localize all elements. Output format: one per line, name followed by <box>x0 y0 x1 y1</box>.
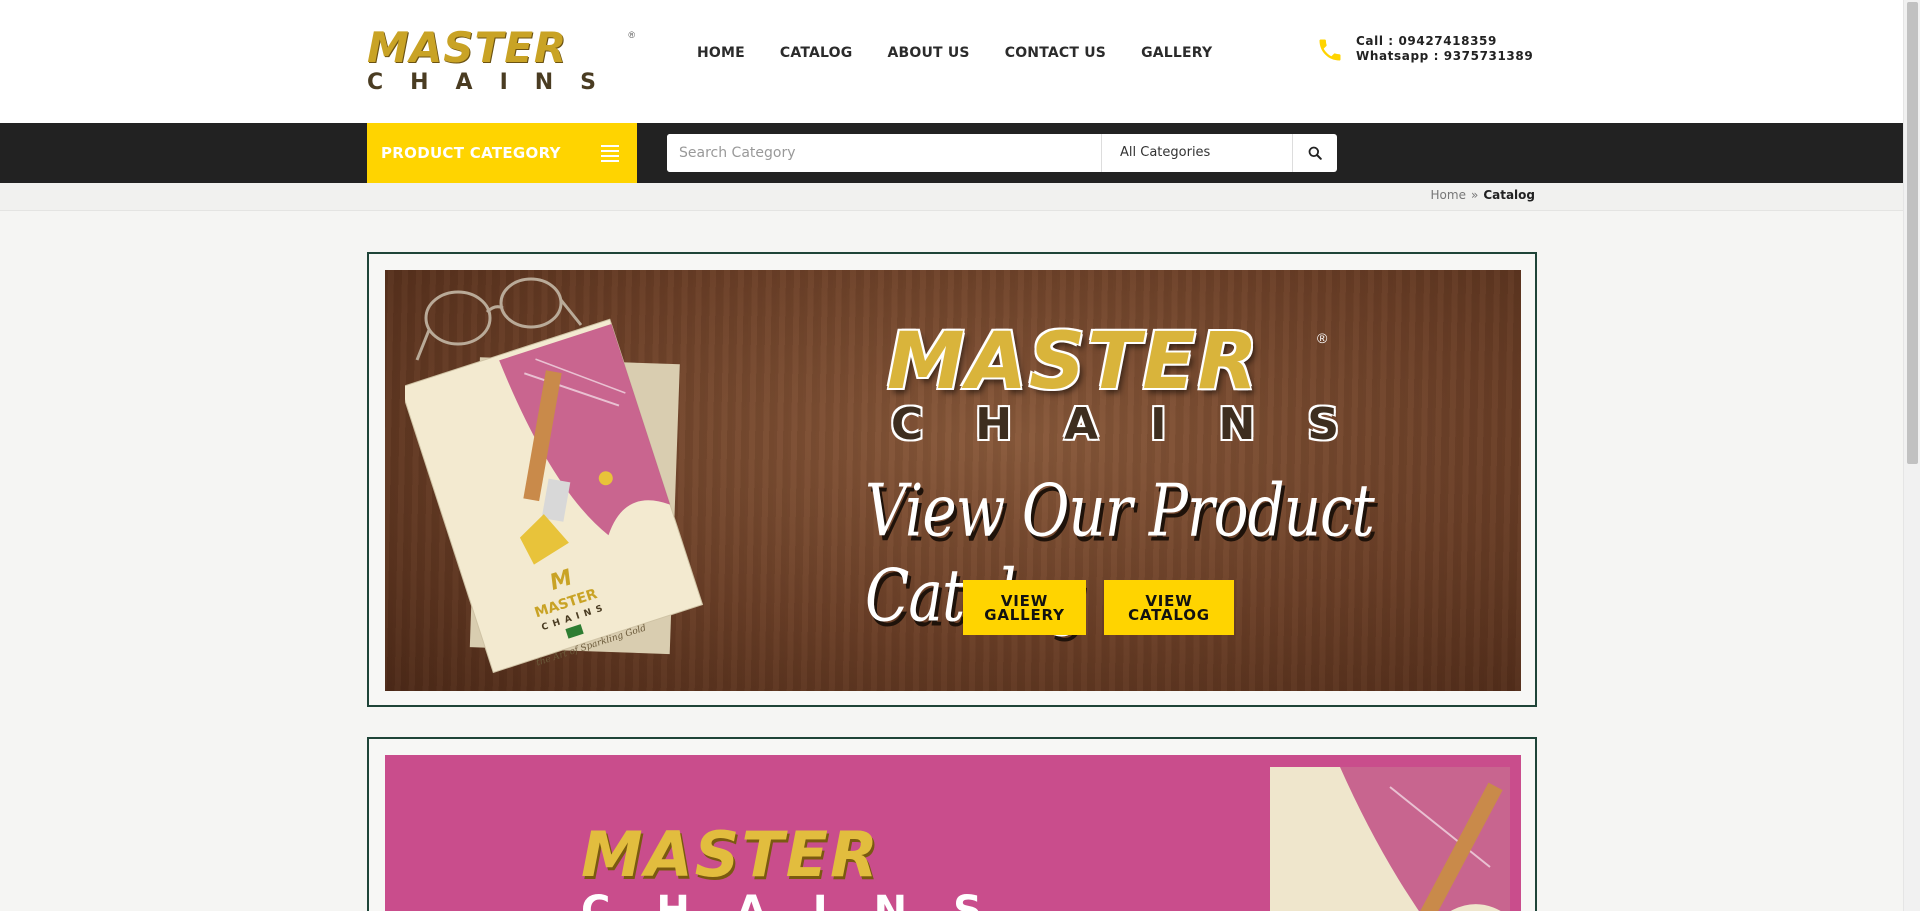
nav-catalog[interactable]: CATALOG <box>780 45 853 61</box>
site-header: MASTER ® CHAINS HOME CATALOG ABOUT US CO… <box>0 0 1903 123</box>
breadcrumb-current: Catalog <box>1483 188 1535 202</box>
banner-brand-chains: CHAINS <box>891 399 1392 450</box>
view-catalog-line2: CATALOG <box>1128 605 1210 624</box>
contact-call[interactable]: Call : 09427418359 <box>1356 34 1533 49</box>
list-menu-icon <box>601 145 619 162</box>
banner2-brand-chains: CHAINS <box>581 888 1028 911</box>
category-select[interactable]: All Categories <box>1101 134 1292 172</box>
breadcrumb-separator: » <box>1470 188 1479 202</box>
search-button[interactable] <box>1292 134 1337 172</box>
banner-brand-master: MASTER <box>887 317 1260 407</box>
contact-info: Call : 09427418359 Whatsapp : 9375731389 <box>1316 34 1546 68</box>
catalog-banner: M MASTER CHAINS the Art of Sparkling Gol… <box>385 270 1521 691</box>
view-catalog-button[interactable]: VIEW CATALOG <box>1104 580 1234 635</box>
logo-registered-mark: ® <box>628 30 635 40</box>
catalog-banner-frame: M MASTER CHAINS the Art of Sparkling Gol… <box>367 252 1537 707</box>
view-gallery-line2: GALLERY <box>984 605 1065 624</box>
view-gallery-button[interactable]: VIEW GALLERY <box>963 580 1086 635</box>
logo-word-master: MASTER <box>367 23 568 72</box>
banner2-brand-master: MASTER <box>581 818 880 891</box>
breadcrumb: Home » Catalog <box>1431 188 1535 202</box>
logo-word-chains: CHAINS <box>367 70 624 95</box>
product-category-button[interactable]: PRODUCT CATEGORY <box>367 123 637 183</box>
nav-home[interactable]: HOME <box>697 45 745 61</box>
second-banner: MASTER CHAINS <box>385 755 1521 911</box>
banner-registered-mark: ® <box>1317 330 1328 346</box>
search-input[interactable] <box>667 134 1101 172</box>
product-category-label: PRODUCT CATEGORY <box>381 144 561 162</box>
search-icon <box>1308 146 1322 160</box>
nav-gallery[interactable]: GALLERY <box>1141 45 1212 61</box>
nav-contact-us[interactable]: CONTACT US <box>1005 45 1106 61</box>
category-search-bar: PRODUCT CATEGORY All Categories <box>0 123 1903 183</box>
scrollbar-thumb[interactable] <box>1907 2 1918 464</box>
contact-whatsapp[interactable]: Whatsapp : 9375731389 <box>1356 49 1533 64</box>
breadcrumb-home[interactable]: Home <box>1431 188 1466 202</box>
nav-about-us[interactable]: ABOUT US <box>887 45 969 61</box>
catalog-cover-image <box>1270 767 1510 911</box>
second-banner-frame: MASTER CHAINS <box>367 737 1537 911</box>
site-logo[interactable]: MASTER ® CHAINS <box>367 23 635 96</box>
search-box: All Categories <box>667 134 1337 172</box>
page-scrollbar[interactable] <box>1903 0 1920 911</box>
main-nav: HOME CATALOG ABOUT US CONTACT US GALLERY <box>697 45 1212 61</box>
catalog-booklet-image: M MASTER CHAINS the Art of Sparkling Gol… <box>405 318 704 674</box>
phone-icon <box>1319 39 1341 61</box>
breadcrumb-bar: Home » Catalog <box>0 183 1903 211</box>
